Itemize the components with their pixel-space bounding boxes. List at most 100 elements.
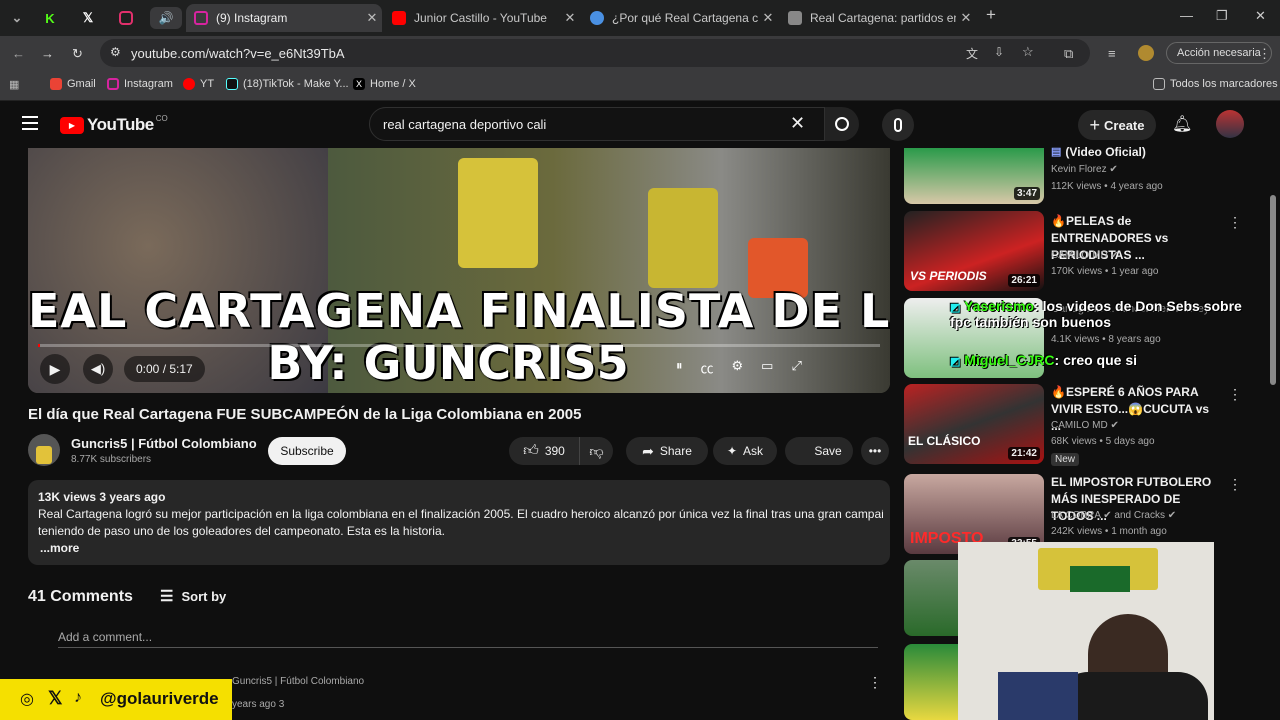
search-box[interactable]: real cartagena deportivo cali ✕ (369, 107, 825, 141)
subscribe-button[interactable]: Subscribe (268, 437, 346, 465)
captions-icon[interactable]: ㏄ (701, 358, 714, 382)
video-overlay-title: EAL CARTAGENA FINALISTA DE LA LIG (28, 284, 890, 338)
sidebar-thumbnail[interactable]: VS PERIODIS 26:21 (904, 211, 1044, 291)
bookmark-yt[interactable]: YT (183, 78, 214, 90)
bookmark-label: Instagram (124, 78, 173, 90)
bookmark-star-icon[interactable]: ☆ (1022, 44, 1034, 60)
video-player[interactable]: EAL CARTAGENA FINALISTA DE LA LIG BY: GU… (28, 148, 890, 393)
tab-list-icon[interactable]: ⌄ (5, 7, 29, 29)
channel-name[interactable]: Guncris5 | Fútbol Colombiano (71, 436, 257, 451)
subscriber-count: 8.77K subscribers (71, 454, 152, 465)
tab-matches[interactable]: Real Cartagena: partidos en viv ✕ (780, 4, 976, 32)
new-tab-button[interactable]: + (986, 5, 996, 25)
hamburger-menu-icon[interactable] (22, 116, 38, 130)
sidebar-thumbnail[interactable]: 3:47 (904, 148, 1044, 204)
apps-icon[interactable]: ▦ (9, 78, 19, 91)
action-needed-button[interactable]: Acción necesaria (1166, 42, 1272, 64)
browser-tab-bar: ⌄ K 𝕏 🔊 (9) Instagram ✕ Junior Castillo … (0, 0, 1280, 36)
url-text[interactable]: youtube.com/watch?v=e_e6Nt39TbA (131, 46, 345, 61)
sidebar-menu-icon[interactable]: ⋮ (1228, 476, 1242, 493)
audio-icon[interactable]: 🔊 (150, 7, 182, 29)
theater-mode-icon[interactable]: ▭ (761, 358, 773, 382)
sort-by-button[interactable]: ☰ Sort by (160, 587, 226, 605)
minimize-button[interactable]: — (1180, 8, 1193, 23)
tab-article[interactable]: ¿Por qué Real Cartagena celebr ✕ (582, 4, 778, 32)
sidebar-title[interactable]: ▤ (Video Oficial) (1051, 144, 1221, 161)
search-button[interactable] (825, 107, 859, 141)
site-icon (788, 11, 802, 25)
volume-button[interactable]: ◀︎) (83, 354, 113, 384)
back-icon[interactable]: ← (12, 46, 25, 61)
close-icon[interactable]: ✕ (758, 10, 778, 26)
autoplay-toggle-icon[interactable]: ⏸ (676, 358, 683, 382)
forward-icon[interactable]: → (41, 46, 54, 61)
dislike-button[interactable]: 👎︎ (579, 437, 613, 465)
profile-avatar[interactable] (1138, 45, 1154, 61)
sidebar-channel[interactable]: Kevin Florez ✔ (1051, 164, 1118, 175)
add-comment-input[interactable]: Add a comment... (58, 630, 878, 648)
close-icon[interactable]: ✕ (560, 10, 580, 26)
close-icon[interactable]: ✕ (956, 10, 976, 26)
instagram-icon[interactable] (114, 7, 138, 29)
create-button[interactable]: + Create (1078, 110, 1156, 140)
kick-icon[interactable]: K (38, 7, 62, 29)
close-window-button[interactable]: ✕ (1255, 8, 1266, 24)
voice-search-button[interactable] (882, 109, 914, 141)
install-icon[interactable]: ⇩ (994, 45, 1004, 59)
comment-author[interactable]: Guncris5 | Fútbol Colombiano (232, 676, 364, 687)
bookmark-instagram[interactable]: Instagram (107, 78, 173, 90)
progress-bar[interactable] (38, 344, 880, 347)
sidebar-thumbnail[interactable]: EL CLÁSICO 21:42 (904, 384, 1044, 464)
ask-button[interactable]: ✦ Ask (713, 437, 777, 465)
sidebar-channel[interactable]: LA COBRA ✔ and Cracks ✔ (1051, 510, 1176, 521)
user-avatar[interactable] (1216, 110, 1244, 138)
page-scrollbar[interactable] (1270, 195, 1276, 385)
notifications-bell-icon[interactable]: 🔔︎ (1172, 114, 1192, 134)
translate-icon[interactable]: 文 (966, 45, 978, 62)
bookmark-label: (18)TikTok - Make Y... (243, 78, 349, 90)
chat-user-icon: ◩ (950, 302, 961, 314)
channel-avatar[interactable] (28, 434, 60, 466)
search-input[interactable]: real cartagena deportivo cali (383, 117, 546, 132)
youtube-logo[interactable]: ▶ YouTube CO (60, 114, 168, 135)
clear-search-icon[interactable]: ✕ (790, 113, 805, 134)
bookmark-tiktok[interactable]: (18)TikTok - Make Y... (226, 78, 349, 90)
verified-icon: ✔ (1109, 164, 1118, 175)
youtube-header: ▶ YouTube CO real cartagena deportivo ca… (0, 101, 1280, 148)
url-box[interactable]: ⚙ youtube.com/watch?v=e_e6Nt39TbA 文 ⇩ ☆ (100, 39, 1090, 67)
new-badge: New (1051, 453, 1080, 466)
maximize-button[interactable]: ❐ (1216, 8, 1228, 24)
sidebar-menu-icon[interactable]: ⋮ (1228, 214, 1242, 231)
close-icon[interactable]: ✕ (362, 10, 382, 26)
x-icon: 𝕏 (48, 688, 63, 708)
tab-label: (9) Instagram (216, 11, 288, 25)
all-bookmarks[interactable]: Todos los marcadores (1153, 78, 1278, 90)
play-button[interactable]: ▶ (40, 354, 70, 384)
x-icon[interactable]: 𝕏 (76, 7, 100, 29)
bookmark-gmail[interactable]: Gmail (50, 78, 96, 90)
tab-youtube[interactable]: Junior Castillo - YouTube ✕ (384, 4, 580, 32)
sidebar-menu-icon[interactable]: ⋮ (1228, 386, 1242, 403)
sparkle-icon: ✦ (726, 444, 738, 458)
sidebar-channel[interactable]: CAMILO MD ✔ (1051, 420, 1119, 431)
extensions-icon[interactable]: ⧉ (1064, 46, 1073, 62)
site-info-icon[interactable]: ⚙ (110, 45, 121, 59)
sidebar-channel[interactable]: CAMILO MD ✔ (1051, 250, 1119, 261)
share-button[interactable]: ➦ Share (626, 437, 708, 465)
bookmark-x[interactable]: X Home / X (353, 78, 416, 90)
description-line-2: teniendo de paso uno de los goleadores d… (38, 524, 445, 538)
reload-icon[interactable]: ↻ (72, 46, 83, 62)
comment-menu-icon[interactable]: ⋮ (868, 674, 882, 691)
thumbnail-text: VS PERIODIS (910, 269, 987, 283)
show-more-link[interactable]: ...more (40, 541, 79, 555)
tab-instagram[interactable]: (9) Instagram ✕ (186, 4, 382, 32)
like-button[interactable]: 👍︎ 390 (509, 437, 579, 465)
menu-icon[interactable]: ⋮ (1258, 46, 1271, 62)
description-box[interactable]: 13K views 3 years ago Real Cartagena log… (28, 480, 890, 565)
more-actions-button[interactable]: ••• (861, 437, 889, 465)
settings-gear-icon[interactable]: ⚙ (732, 358, 744, 382)
save-button[interactable]: Save (785, 437, 853, 465)
player-controls-right: ⏸ ㏄ ⚙ ▭ ⤢ (676, 358, 890, 382)
fullscreen-icon[interactable]: ⤢ (791, 358, 801, 382)
media-control-icon[interactable]: ≡ (1108, 46, 1116, 61)
